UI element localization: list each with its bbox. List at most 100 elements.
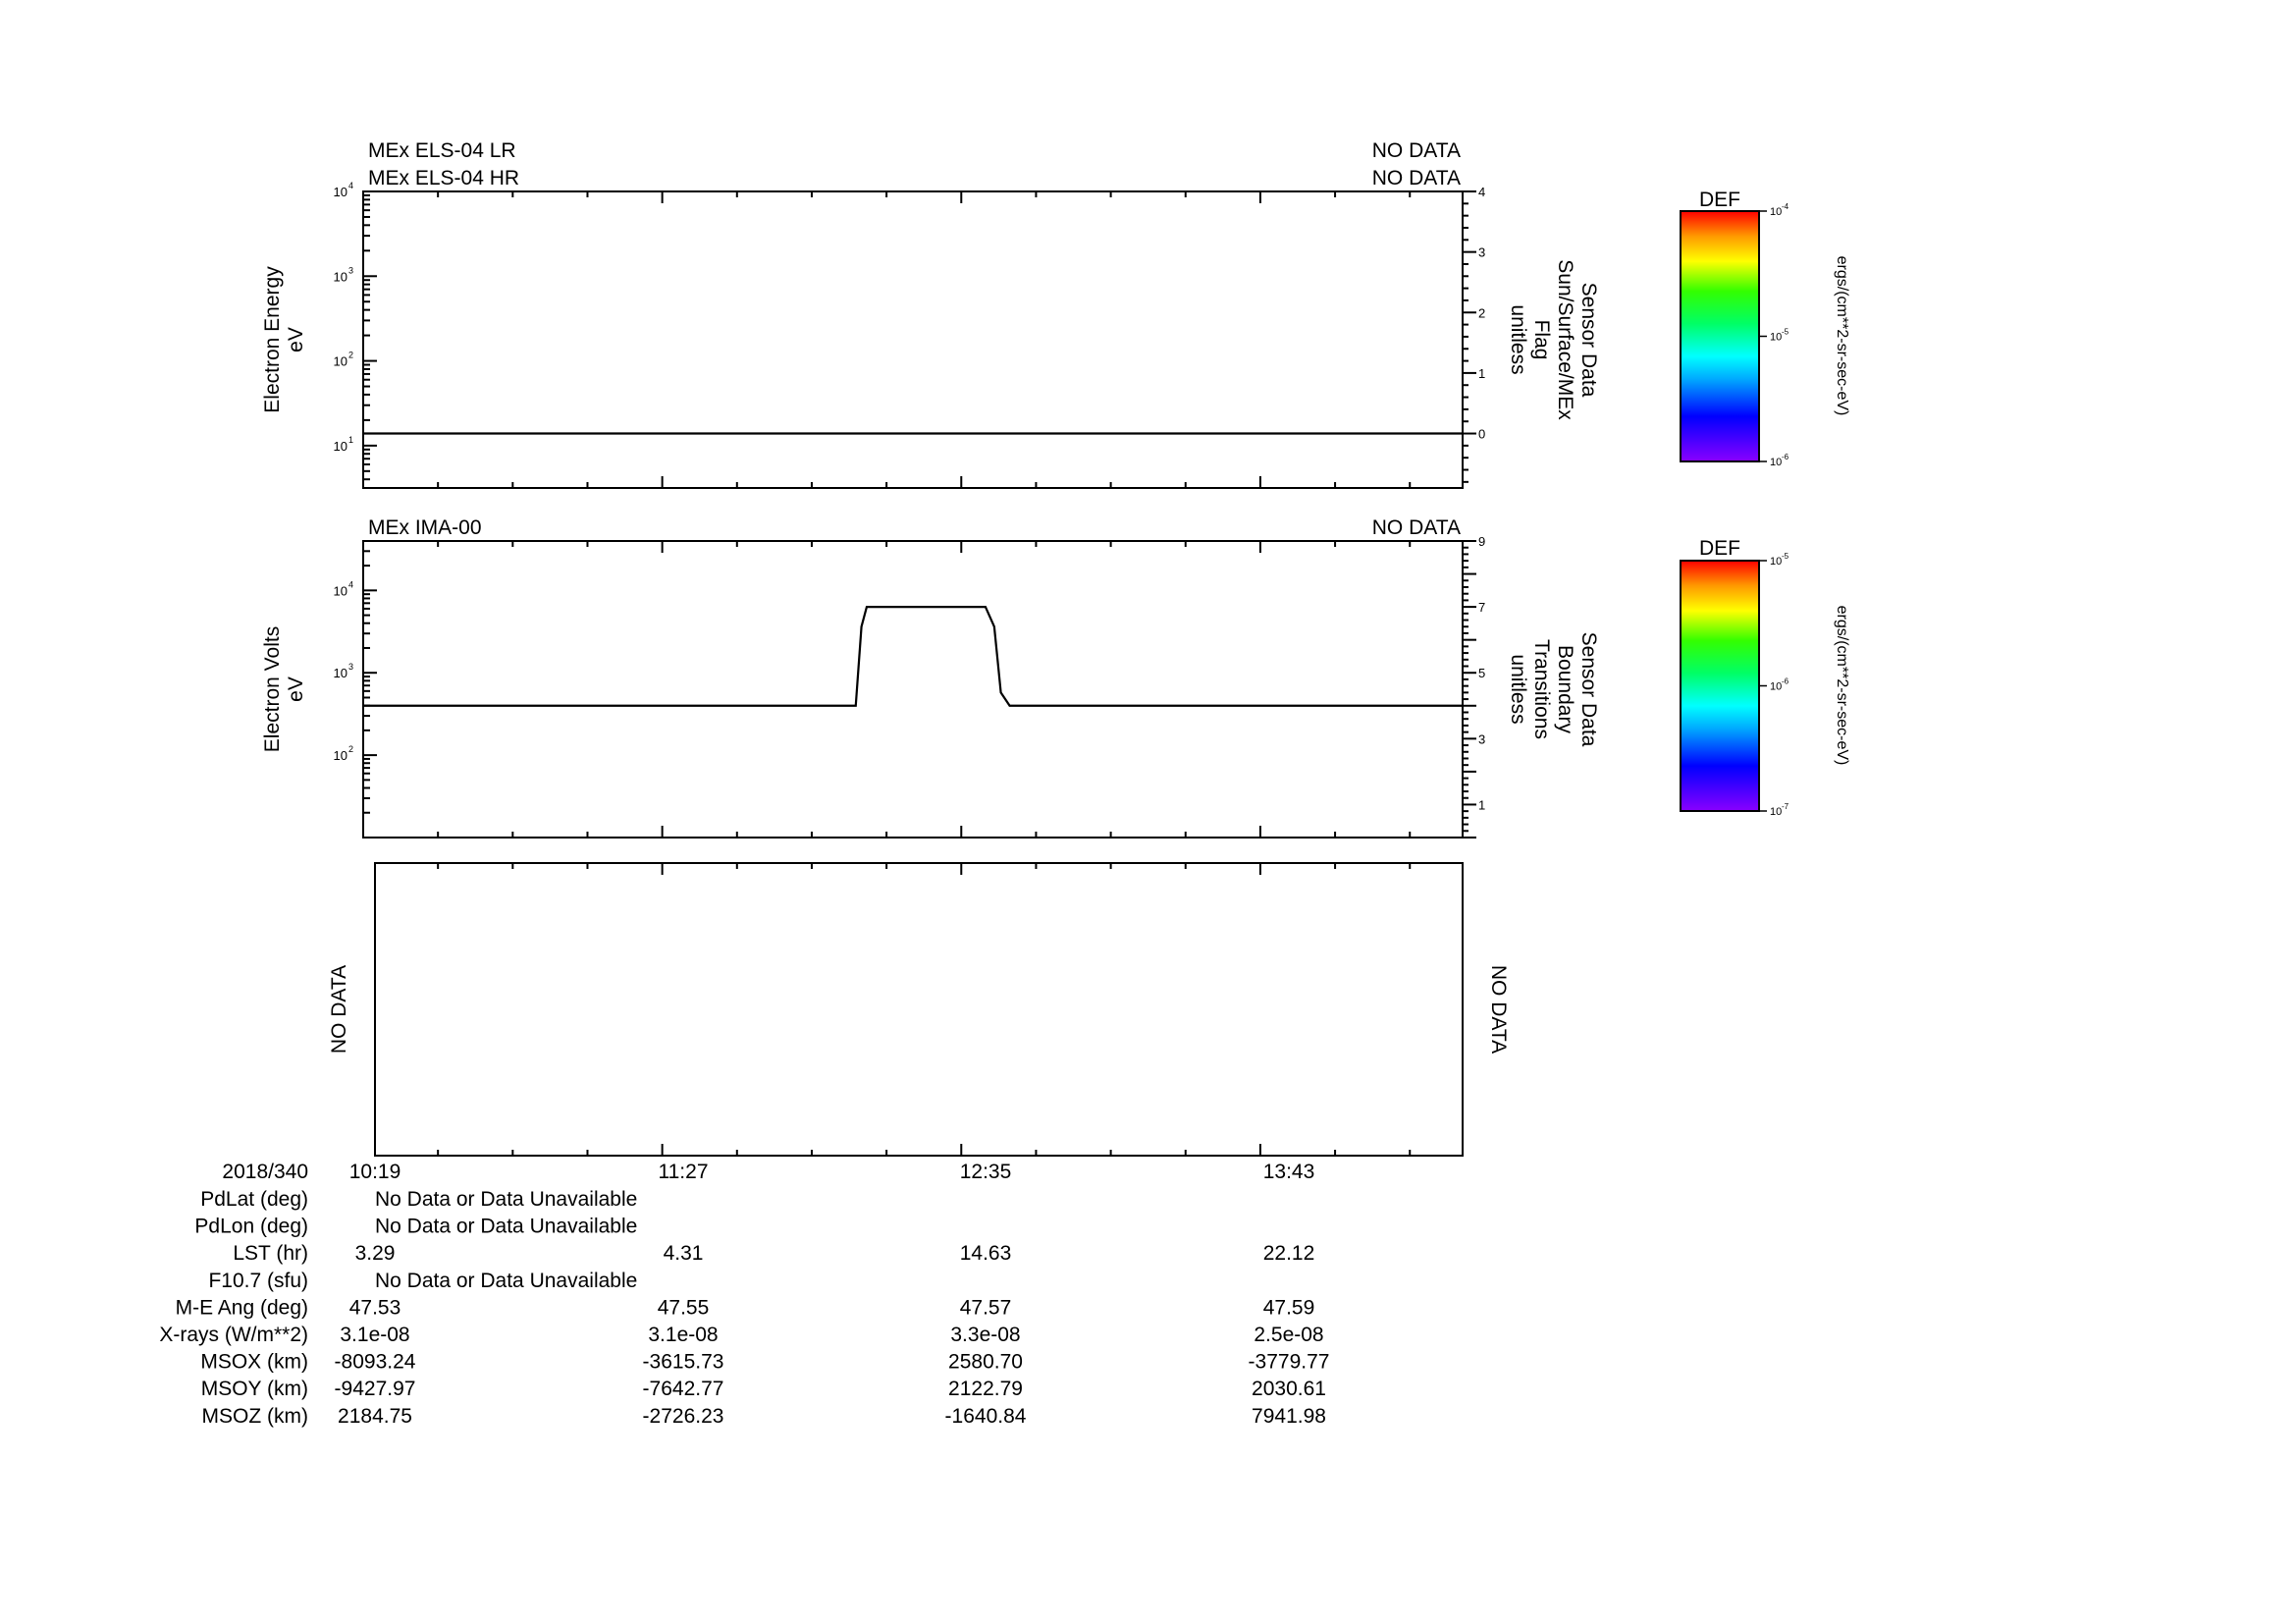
colorbar-tick-exponent: -5	[1782, 328, 1789, 337]
panel2-rlabel-line3: Transitions	[1530, 639, 1553, 739]
colorbar-tick-label: 10	[1770, 457, 1782, 468]
ephemeris-row-label: MSOX (km)	[200, 1351, 308, 1374]
ephemeris-row-value: 2122.79	[948, 1378, 1023, 1400]
panel1-time-ticks	[362, 191, 1412, 488]
ephemeris-row-value: 3.3e-08	[950, 1324, 1020, 1346]
colorbar-1: DEF 10 -410 -510 -6 ergs/(cm**2-sr-sec-eV)	[1680, 189, 1850, 468]
colorbar-tick-exponent: -5	[1782, 552, 1789, 561]
time-tick-label: 13:43	[1263, 1161, 1315, 1183]
right-tick-label: 2	[1478, 305, 1485, 320]
ephemeris-row-label: LST (hr)	[233, 1242, 308, 1265]
panel1-ylabel-title: Electron Energy	[261, 266, 284, 413]
ephemeris-row-note: No Data or Data Unavailable	[375, 1188, 637, 1211]
colorbar1-gradient	[1680, 210, 1760, 462]
colorbar-tick-label: 10	[1770, 681, 1782, 693]
ephemeris-row-value: -8093.24	[335, 1351, 416, 1374]
y-tick-label: 10	[334, 354, 347, 369]
ephemeris-row-value: -3779.77	[1249, 1351, 1330, 1374]
colorbar-tick-label: 10	[1770, 206, 1782, 218]
panel1-rlabel-line1: Sensor Data	[1577, 283, 1600, 398]
panel2-rlabel-line2: Boundary	[1554, 645, 1576, 733]
colorbar2-gradient	[1680, 560, 1760, 812]
colorbar-tick-exponent: -6	[1782, 677, 1789, 686]
ephemeris-row-value: 2184.75	[338, 1405, 412, 1428]
colorbar2-title: DEF	[1699, 537, 1740, 560]
panel1-ylabel-unit: eV	[285, 327, 307, 352]
panel1-frame	[362, 190, 1464, 489]
time-tick-label: 12:35	[960, 1161, 1012, 1183]
y-tick-exponent: 2	[348, 351, 353, 360]
ephemeris-row-value: 22.12	[1263, 1242, 1315, 1265]
colorbar-tick-label: 10	[1770, 556, 1782, 568]
ephemeris-row-value: -3615.73	[643, 1351, 724, 1374]
y-tick-label: 10	[334, 269, 347, 284]
series-line-0	[363, 606, 1463, 707]
panel3-frame	[374, 862, 1464, 1157]
panel1-header-hr: MEx ELS-04 HR	[368, 167, 519, 189]
ephemeris-row-value: 2.5e-08	[1254, 1324, 1323, 1346]
right-tick-label: 4	[1478, 185, 1485, 199]
ephemeris-row-label: PdLon (deg)	[194, 1216, 308, 1238]
y-tick-exponent: 1	[348, 435, 353, 445]
ephemeris-row-value: 3.1e-08	[648, 1324, 718, 1346]
panel3-left-nodata: NO DATA	[328, 965, 350, 1054]
ephemeris-row-value: -2726.23	[643, 1405, 724, 1428]
colorbar-tick-label: 10	[1770, 332, 1782, 344]
ephemeris-row-value: 2030.61	[1252, 1378, 1326, 1400]
panel1-right-label: Sensor Data Sun/Surface/MEx Flag unitles…	[1507, 259, 1600, 420]
ephemeris-row-value: -9427.97	[335, 1378, 416, 1400]
ephemeris-row-value: 47.57	[960, 1296, 1012, 1319]
y-tick-exponent: 2	[348, 744, 353, 754]
panel2-right-axis: 1 3 5 7 9	[1463, 534, 1485, 839]
panel3-right-wrap: NO DATA	[1487, 965, 1510, 1054]
panel1-rlabel-line4: unitless	[1507, 304, 1529, 374]
panel1-right-axis: 0 1 2 3 4	[1463, 185, 1485, 483]
figure: MEx ELS-04 LR MEx ELS-04 HR NO DATA NO D…	[159, 139, 1850, 1428]
ephemeris-row-value: -7642.77	[643, 1378, 724, 1400]
panel-empty: NO DATA NO DATA	[328, 862, 1510, 1157]
ephemeris-row-value: 47.59	[1263, 1296, 1315, 1319]
right-tick-label: 3	[1478, 731, 1485, 746]
ephemeris-row-label: MSOZ (km)	[202, 1405, 308, 1428]
ephemeris-row-label: M-E Ang (deg)	[176, 1296, 308, 1319]
panel1-header-lr: MEx ELS-04 LR	[368, 139, 516, 162]
ephemeris-row-note: No Data or Data Unavailable	[375, 1270, 637, 1292]
panel2-ylabel: Electron Volts eV	[261, 626, 307, 752]
panel2-series	[363, 606, 1463, 707]
colorbar-tick-exponent: -4	[1782, 202, 1789, 211]
y-tick-exponent: 4	[348, 579, 353, 589]
panel2-frame	[362, 540, 1464, 839]
right-tick-label: 7	[1478, 600, 1485, 615]
colorbar-2: DEF 10 -510 -610 -7 ergs/(cm**2-sr-sec-eV)	[1680, 537, 1850, 818]
panel2-header: MEx IMA-00	[368, 516, 482, 539]
ephemeris-row-label: X-rays (W/m**2)	[159, 1324, 308, 1346]
ephemeris-row-note: No Data or Data Unavailable	[375, 1216, 637, 1238]
time-tick-label: 10:19	[349, 1161, 401, 1183]
ephemeris-row-value: 3.1e-08	[340, 1324, 409, 1346]
y-tick-label: 10	[334, 666, 347, 680]
panel2-time-ticks	[362, 541, 1412, 838]
colorbar-tick-exponent: -6	[1782, 453, 1789, 461]
panel3-time-ticks	[374, 863, 1412, 1156]
y-tick-exponent: 3	[348, 265, 353, 275]
y-tick-label: 10	[334, 185, 347, 199]
panel1-ylabel: Electron Energy eV	[261, 266, 307, 413]
date-label: 2018/340	[222, 1161, 308, 1183]
ephemeris-rows: PdLat (deg) No Data or Data Unavailable Pd…	[159, 1188, 1329, 1428]
colorbar-tick-label: 10	[1770, 806, 1782, 818]
ephemeris-row-value: 47.53	[349, 1296, 401, 1319]
y-tick-label: 10	[334, 583, 347, 598]
ephemeris-table: 2018/340 10:19 11:27 12:35 13:43 PdLat (deg…	[159, 1161, 1329, 1428]
right-tick-label: 3	[1478, 245, 1485, 260]
panel-electron-energy: MEx ELS-04 LR MEx ELS-04 HR NO DATA NO D…	[261, 139, 1600, 489]
panel2-right-label: Sensor Data Boundary Transitions unitles…	[1507, 632, 1600, 747]
time-tick-label: 11:27	[659, 1161, 709, 1183]
ephemeris-row-value: 47.55	[658, 1296, 710, 1319]
colorbar1-ticks: 10 -410 -510 -6	[1759, 202, 1789, 468]
panel3-right-nodata: NO DATA	[1487, 965, 1510, 1054]
colorbar2-unit-wrap: ergs/(cm**2-sr-sec-eV)	[1834, 606, 1850, 766]
colorbar1-unit-wrap: ergs/(cm**2-sr-sec-eV)	[1834, 256, 1850, 416]
panel1-rlabel-line2: Sun/Surface/MEx	[1554, 259, 1576, 420]
panel3-left-wrap: NO DATA	[328, 965, 350, 1054]
panel-electron-volts: MEx IMA-00 NO DATA 10 210 310 4 13579 Elect…	[261, 516, 1600, 839]
